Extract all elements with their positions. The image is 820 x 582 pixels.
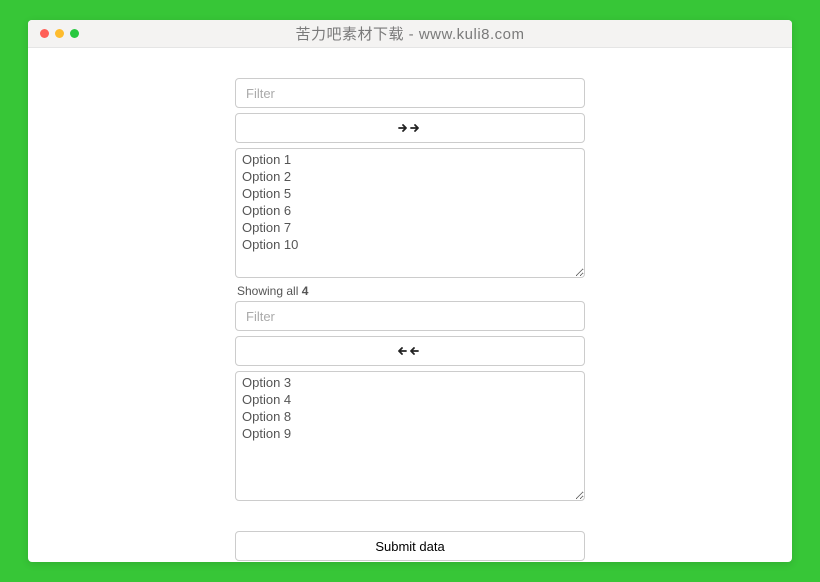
status-text: Showing all 4: [237, 284, 585, 298]
content-area: Option 1Option 2Option 5Option 6Option 7…: [28, 48, 792, 562]
list-item[interactable]: Option 10: [242, 236, 578, 253]
status-prefix: Showing all: [237, 284, 302, 298]
submit-label: Submit data: [375, 539, 444, 554]
list-item[interactable]: Option 3: [242, 374, 578, 391]
window-controls: [40, 29, 79, 38]
arrow-left-icon: [398, 344, 422, 358]
submit-button[interactable]: Submit data: [235, 531, 585, 561]
maximize-icon[interactable]: [70, 29, 79, 38]
move-all-left-button[interactable]: [235, 336, 585, 366]
selected-options-list[interactable]: Option 3Option 4Option 8Option 9: [235, 371, 585, 501]
status-count: 4: [302, 284, 309, 298]
list-item[interactable]: Option 8: [242, 408, 578, 425]
filter-input-top[interactable]: [235, 78, 585, 108]
window-title: 苦力吧素材下载 - www.kuli8.com: [28, 23, 792, 44]
move-all-right-button[interactable]: [235, 113, 585, 143]
minimize-icon[interactable]: [55, 29, 64, 38]
list-item[interactable]: Option 4: [242, 391, 578, 408]
arrow-right-icon: [398, 121, 422, 135]
list-item[interactable]: Option 2: [242, 168, 578, 185]
list-item[interactable]: Option 5: [242, 185, 578, 202]
list-item[interactable]: Option 9: [242, 425, 578, 442]
titlebar: 苦力吧素材下载 - www.kuli8.com: [28, 20, 792, 48]
filter-input-bottom[interactable]: [235, 301, 585, 331]
list-item[interactable]: Option 1: [242, 151, 578, 168]
list-item[interactable]: Option 7: [242, 219, 578, 236]
available-options-list[interactable]: Option 1Option 2Option 5Option 6Option 7…: [235, 148, 585, 278]
list-item[interactable]: Option 6: [242, 202, 578, 219]
browser-window: 苦力吧素材下载 - www.kuli8.com Option 1Option 2…: [28, 20, 792, 562]
close-icon[interactable]: [40, 29, 49, 38]
